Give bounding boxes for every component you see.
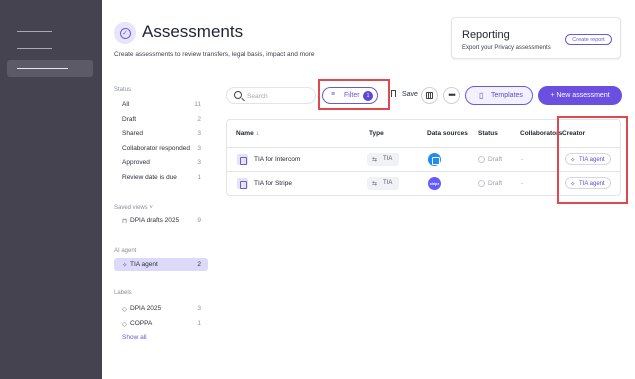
status-section-label: Status (114, 87, 132, 93)
status-label: Draft (488, 180, 503, 187)
collaborators-value: - (521, 156, 524, 163)
templates-button[interactable]: ▯ Templates (465, 86, 533, 105)
assessment-name[interactable]: TIA for Stripe (254, 180, 292, 187)
document-icon (237, 178, 248, 189)
search-input[interactable] (247, 91, 313, 101)
ai-agent-label: AI agent (114, 248, 137, 254)
filter-button[interactable]: ≡ Filter 1 (322, 87, 378, 104)
reporting-card: Reporting Export your Privacy assessment… (451, 17, 621, 59)
saved-view-label: DPIA drafts 2025 (130, 217, 180, 224)
sparkle-icon: ✧ (122, 261, 128, 269)
status-filter-shared[interactable]: Shared 3 (114, 127, 208, 140)
new-assessment-button[interactable]: + New assessment (538, 86, 622, 105)
status-filter-collaborator-responded[interactable]: Collaborator responded 3 (114, 142, 208, 155)
search-icon (234, 91, 242, 99)
saved-view-count: 9 (197, 217, 201, 224)
column-header-type[interactable]: Type (369, 130, 384, 137)
type-tag: ⇆ TIA (367, 153, 399, 166)
columns-button[interactable] (421, 87, 438, 104)
label-item-count: 3 (197, 305, 201, 312)
saved-view-dpia-drafts[interactable]: ⊓ DPIA drafts 2025 9 (114, 214, 208, 227)
status-circle-icon (478, 156, 485, 163)
status-filter-count: 11 (194, 101, 201, 108)
type-tag: ⇆ TIA (367, 177, 399, 190)
type-tag-label: TIA (383, 156, 393, 162)
columns-icon (426, 92, 433, 99)
status-filter-label: Draft (122, 116, 137, 123)
column-header-collaborators[interactable]: Collaborators (520, 130, 562, 137)
tag-icon: ◇ (122, 320, 127, 328)
column-header-status[interactable]: Status (478, 130, 498, 137)
label-item-label: DPIA 2025 (130, 305, 162, 312)
bookmark-icon (391, 90, 396, 97)
more-options-button[interactable]: ••• (443, 87, 460, 104)
tag-icon: ◇ (122, 305, 127, 313)
status-filter-all[interactable]: All 11 (114, 98, 208, 111)
label-item-count: 1 (197, 320, 201, 327)
show-all-labels-link[interactable]: Show all (122, 334, 147, 341)
reporting-subtitle: Export your Privacy assessments (462, 45, 551, 51)
stripe-icon: stripe (428, 177, 441, 190)
app-sidebar (0, 0, 102, 379)
status-filter-label: Review date is due (122, 174, 177, 181)
column-header-label: Name (236, 130, 254, 137)
status-filter-label: Shared (122, 130, 143, 137)
search-box[interactable] (226, 87, 316, 104)
page-subtitle: Create assessments to review transfers, … (114, 51, 315, 58)
column-header-name[interactable]: Name ↓ (236, 130, 259, 137)
label-coppa[interactable]: ◇ COPPA 1 (114, 317, 208, 330)
status-filter-label: Collaborator responded (122, 145, 190, 152)
filter-icon: ≡ (331, 91, 336, 98)
status-filter-count: 2 (197, 116, 201, 123)
sidebar-nav-item-label (17, 68, 68, 69)
transfer-icon: ⇆ (372, 157, 378, 163)
document-icon (237, 154, 248, 165)
status-label: Draft (488, 156, 503, 163)
status-filter-count: 3 (197, 130, 201, 137)
ai-agent-item-count: 2 (197, 261, 201, 268)
highlight-box-creator (557, 116, 628, 204)
create-report-button[interactable]: Create report (565, 34, 612, 45)
type-tag-label: TIA (383, 180, 393, 186)
page-title: Assessments (142, 22, 244, 41)
app-window: ✓ Assessments Create assessments to revi… (0, 0, 635, 379)
saved-views-label[interactable]: Saved views ˅ (114, 205, 153, 211)
status-filter-label: All (122, 101, 130, 108)
filter-button-label: Filter (344, 92, 360, 99)
transfer-icon: ⇆ (372, 181, 378, 187)
status-filter-approved[interactable]: Approved 3 (114, 156, 208, 169)
label-item-label: COPPA (130, 320, 153, 327)
intercom-icon (428, 153, 441, 166)
status-filter-label: Approved (122, 159, 150, 166)
column-header-data-sources[interactable]: Data sources (427, 130, 468, 137)
status-filter-draft[interactable]: Draft 2 (114, 113, 208, 126)
status-circle-icon (478, 180, 485, 187)
book-icon: ▯ (479, 91, 484, 100)
ai-agent-tia-agent[interactable]: ✧ TIA agent 2 (114, 258, 208, 271)
bookmark-icon: ⊓ (122, 217, 128, 225)
assessments-icon: ✓ (114, 22, 136, 44)
sidebar-nav-item[interactable] (17, 31, 52, 32)
sort-arrow-icon: ↓ (255, 130, 260, 137)
status-filter-count: 3 (197, 159, 201, 166)
assessment-name[interactable]: TIA for Intercom (254, 156, 300, 163)
save-button-label: Save (402, 91, 418, 98)
status-filter-review-due[interactable]: Review date is due 1 (114, 171, 208, 184)
status-filter-count: 1 (197, 174, 201, 181)
collaborators-value: - (521, 180, 524, 187)
filter-count-badge: 1 (363, 91, 373, 101)
sidebar-nav-item-active[interactable] (7, 60, 93, 77)
reporting-title: Reporting (462, 29, 510, 41)
sidebar-nav-item[interactable] (17, 48, 52, 49)
status-filter-count: 3 (197, 145, 201, 152)
ai-agent-item-label: TIA agent (130, 261, 158, 268)
label-dpia-2025[interactable]: ◇ DPIA 2025 3 (114, 302, 208, 315)
labels-section-label: Labels (114, 290, 132, 296)
templates-button-label: Templates (491, 92, 523, 99)
